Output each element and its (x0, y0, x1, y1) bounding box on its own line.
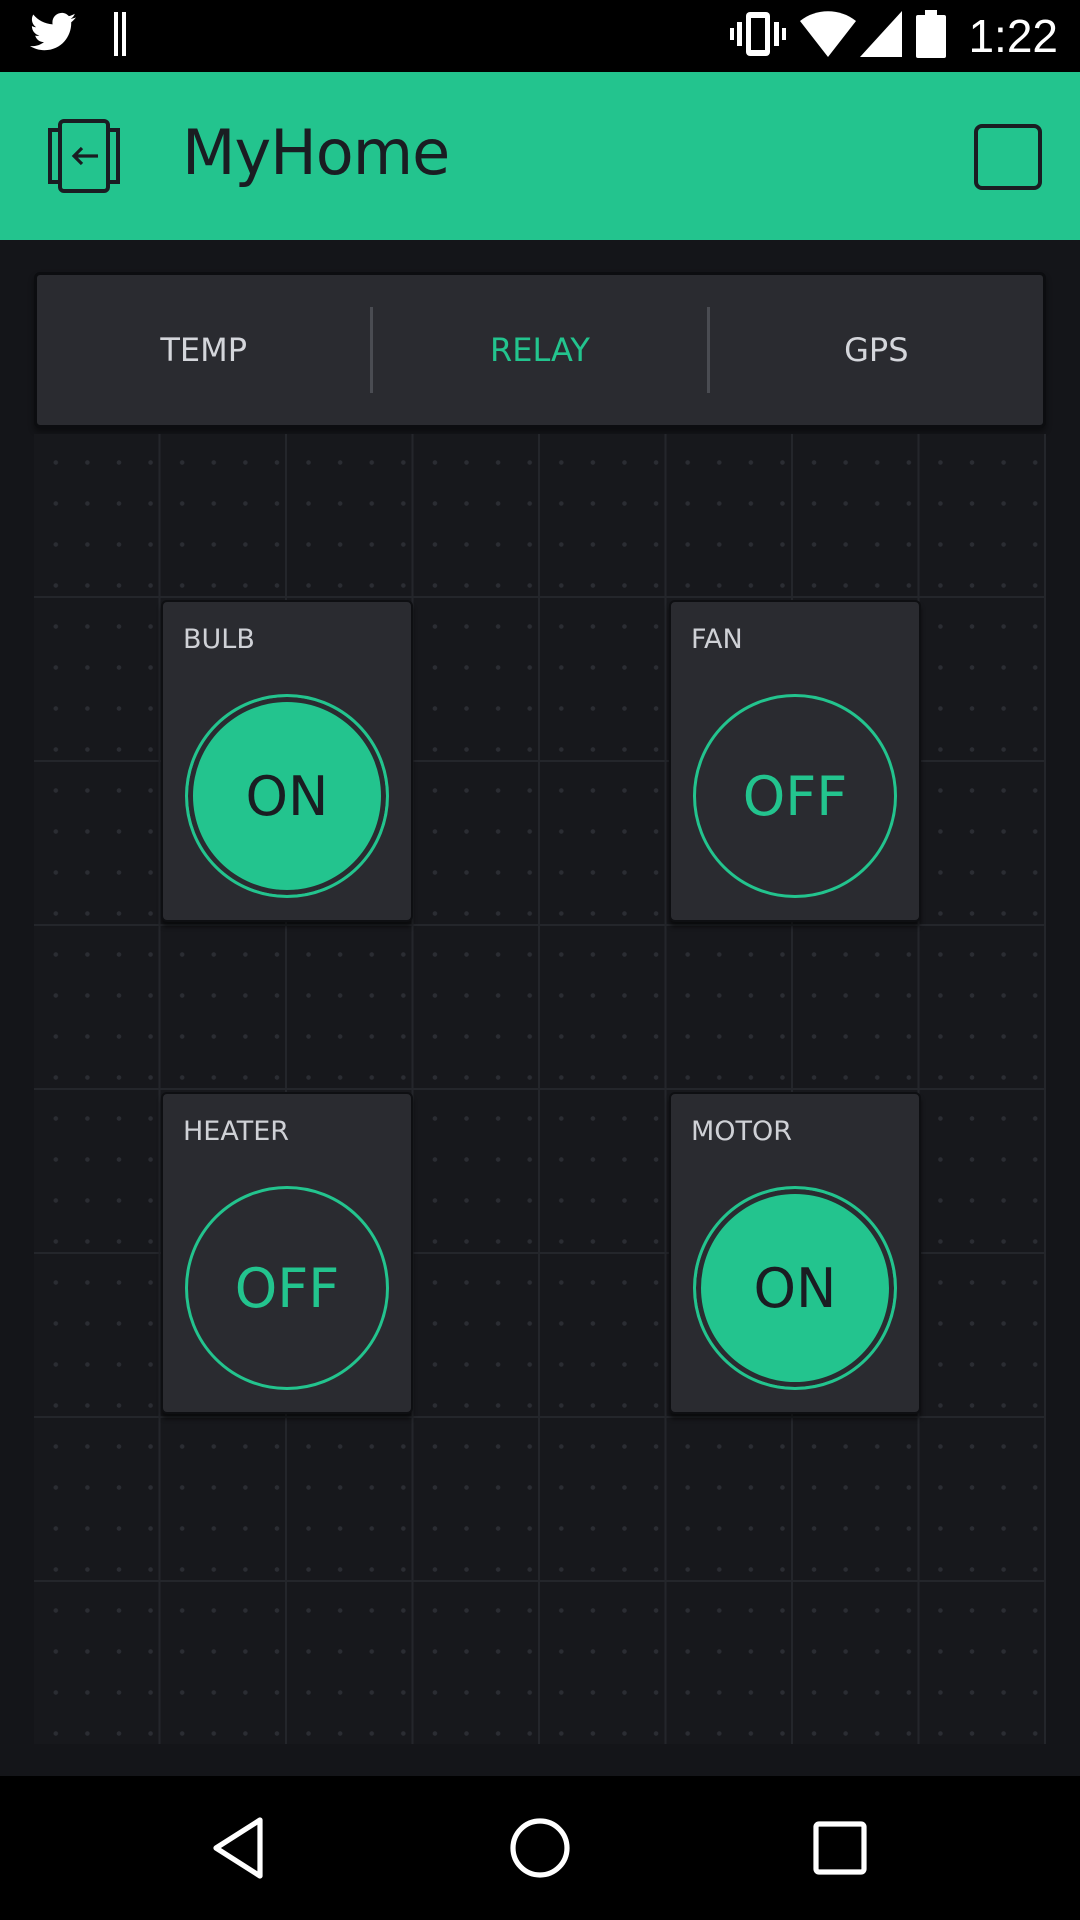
pause-icon (112, 12, 130, 56)
home-button[interactable] (504, 1812, 576, 1884)
recents-button[interactable] (804, 1812, 876, 1884)
recents-icon (813, 1821, 867, 1875)
tab-temp[interactable]: TEMP (37, 275, 370, 425)
bulb-toggle-button[interactable]: ON (185, 694, 389, 898)
status-bar: 1:22 (0, 0, 1080, 72)
navigation-bar (0, 1776, 1080, 1920)
page-title: MyHome (182, 116, 450, 189)
twitter-icon (30, 12, 76, 56)
back-button[interactable] (204, 1812, 276, 1884)
widget-bulb: BULB ON (161, 600, 413, 922)
widget-label: FAN (691, 624, 743, 655)
cell-signal-icon (860, 11, 903, 61)
app-bar: MyHome (0, 72, 1080, 240)
widget-label: HEATER (183, 1116, 290, 1147)
heater-toggle-button[interactable]: OFF (185, 1186, 389, 1390)
exit-button[interactable] (44, 118, 124, 194)
widget-heater: HEATER OFF (161, 1092, 413, 1414)
widget-label: BULB (183, 624, 255, 655)
tab-relay[interactable]: RELAY (373, 275, 706, 425)
tab-gps[interactable]: GPS (710, 275, 1043, 425)
tab-bar: TEMP RELAY GPS (34, 272, 1046, 428)
widget-motor: MOTOR ON (669, 1092, 921, 1414)
back-icon (213, 1817, 263, 1879)
motor-toggle-button[interactable]: ON (693, 1186, 897, 1390)
widget-label: MOTOR (691, 1116, 793, 1147)
wifi-icon (800, 11, 857, 61)
fan-toggle-button[interactable]: OFF (693, 694, 897, 898)
battery-icon (916, 10, 947, 62)
status-time: 1:22 (968, 10, 1058, 62)
exit-icon (48, 119, 120, 193)
app-screen: 1:22 MyHome TEMP RELAY GPS BULB ON FAN O… (0, 0, 1080, 1920)
home-icon (510, 1818, 570, 1878)
vibrate-icon (730, 10, 787, 62)
stop-button[interactable] (974, 124, 1042, 190)
widget-fan: FAN OFF (669, 600, 921, 922)
